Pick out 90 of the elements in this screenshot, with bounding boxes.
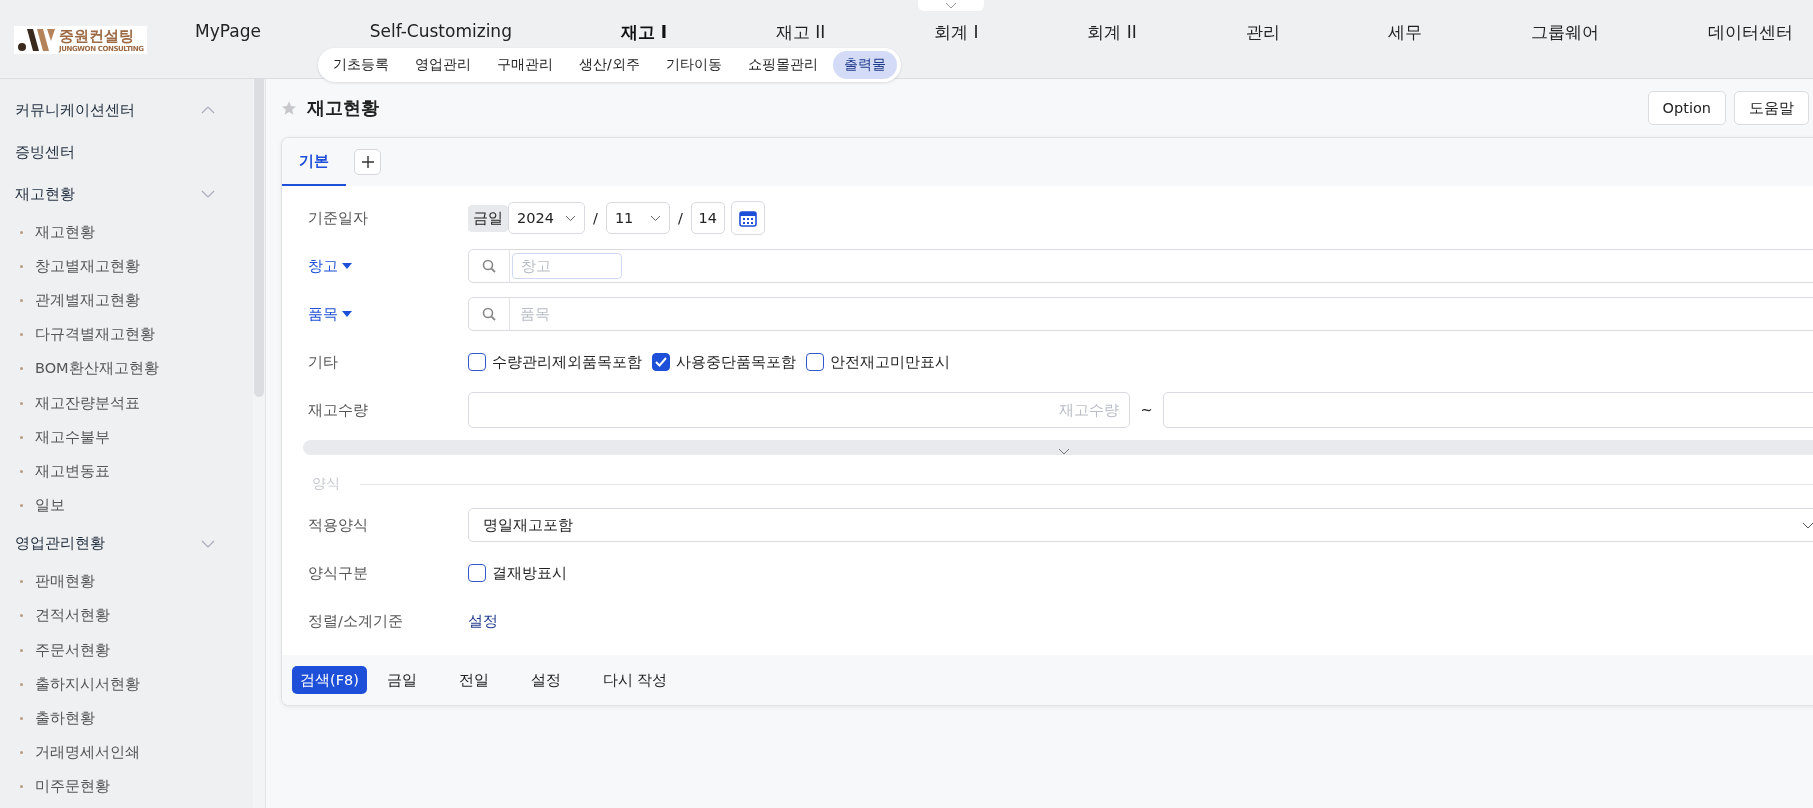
caret-icon [342,311,352,317]
action-button[interactable]: 검색(F8) [292,666,367,694]
chevron-icon [1058,448,1070,455]
sub-menu-item[interactable]: 구매관리 [486,51,564,79]
checkbox-option[interactable]: 사용중단품목포함 [652,352,796,372]
today-tag[interactable]: 금일 [468,204,508,232]
field-label: 양식구분 [308,563,369,583]
page-title: 재고현황 [307,96,380,120]
template-select[interactable]: 명일재고포함 [468,508,1813,542]
check-icon [654,356,668,368]
star-icon[interactable] [281,100,297,116]
form-tab[interactable]: 기본 [282,138,346,186]
chevron-icon [565,214,576,222]
sidebar-item[interactable]: 관계별재고현황 [0,283,253,318]
sidebar-item[interactable]: 주문서현황 [0,633,253,668]
plus-icon [361,156,374,168]
action-button[interactable]: 설정 [518,666,573,694]
sidebar-item[interactable]: 출하현황 [0,701,253,736]
sidebar-group[interactable]: 커뮤니케이션센터 [0,89,253,131]
sidebar-item[interactable]: 판매현황 [0,564,253,599]
sidebar-item[interactable]: 창고별재고현황 [0,249,253,284]
sidebar-item[interactable]: 다규격별재고현황 [0,317,253,352]
nav-menu-item[interactable]: MyPage [195,21,261,44]
checkbox-option[interactable]: 수량관리제외품목포함 [468,352,642,372]
sub-menu-item[interactable]: 기타이동 [654,51,733,79]
action-button[interactable]: 금일 [374,666,429,694]
search-icon [482,259,496,273]
settings-link[interactable]: 설정 [468,611,498,631]
sidebar-group[interactable]: 영업관리현황 [0,522,253,565]
nav-menu-item[interactable]: 재고 II [775,21,826,44]
caret-icon [342,263,352,269]
sub-menu-item[interactable]: 쇼핑몰관리 [736,51,829,79]
quantity-to-field[interactable] [1162,392,1813,428]
checkbox-option[interactable]: 결재방표시 [468,563,567,583]
field-label: 정렬/소계기준 [308,611,404,631]
action-button[interactable]: 다시 작성 [590,666,680,694]
day-field[interactable]: 14 [690,202,725,234]
header-button[interactable]: 도움말 [1734,91,1809,125]
nav-menu-item[interactable]: 그룹웨어 [1531,21,1600,44]
add-tab-button[interactable] [354,149,381,175]
sub-menu-item[interactable]: 기초등록 [322,51,400,79]
expand-bar[interactable] [303,440,1813,455]
sub-menu-item[interactable]: 생산/외주 [568,51,651,79]
field-label: 적용양식 [308,515,369,535]
sidebar-item[interactable]: 견적서현황 [0,598,253,634]
checkbox-option[interactable]: 안전재고미만표시 [806,352,950,372]
search-icon [482,307,496,321]
nav-menu-item[interactable]: 세무 [1388,21,1423,44]
nav-menu-item[interactable]: 재고 I [620,21,667,44]
sidebar-group[interactable]: 증빙센터 [0,131,253,173]
chevron-icon [945,2,957,9]
calendar-button[interactable] [730,201,765,235]
field-label-dropdown[interactable]: 품목 [308,304,468,324]
field-label: 재고수량 [308,400,369,420]
sidebar-item[interactable]: 재고수불부 [0,420,253,455]
header-button[interactable]: Option [1647,91,1726,125]
range-separator: ~ [1140,402,1153,418]
nav-menu-item[interactable]: 관리 [1245,21,1280,44]
nav-menu-item[interactable]: 회계 II [1087,21,1137,44]
chevron-icon [649,214,661,222]
sidebar-item[interactable]: BOM환산재고현황 [0,351,253,386]
nav-menu-item[interactable]: 회계 I [934,21,979,44]
sidebar-item[interactable]: 출하지시서현황 [0,667,253,702]
logo-name: 중원컨설팅 [59,27,135,45]
field-label: 기준일자 [308,208,369,228]
sidebar-item[interactable]: 미주문현황 [0,769,253,804]
sub-menu-item[interactable]: 영업관리 [404,51,482,79]
year-select[interactable]: 2024 [508,202,585,234]
action-button[interactable]: 전일 [446,666,501,694]
sidebar-item[interactable]: 거래명세서인쇄 [0,735,253,770]
collapse-tab[interactable] [918,0,984,11]
sidebar-group[interactable]: 재고현황 [0,173,253,215]
quantity-from-field[interactable]: 재고수량 [468,392,1131,428]
calendar-icon [738,209,757,227]
sidebar-item[interactable]: 재고잔량분석표 [0,385,253,421]
field-label: 기타 [308,352,339,372]
field-label-dropdown[interactable]: 창고 [308,256,468,276]
input-field[interactable]: 창고 [512,253,622,279]
month-select[interactable]: 11 [605,202,670,234]
nav-menu-item[interactable]: 데이터센터 [1708,21,1793,44]
sub-menu-item[interactable]: 출력물 [832,51,897,79]
date-separator: / [677,210,683,226]
section-title: 양식 [312,475,340,493]
sidebar-item[interactable]: 재고변동표 [0,454,253,489]
sidebar-item[interactable]: 일보 [0,488,253,523]
date-separator: / [593,210,598,226]
sidebar-item[interactable]: 재고현황 [0,215,253,250]
logo-icon [17,27,57,53]
nav-menu-item[interactable]: Self-Customizing [369,21,512,44]
chevron-icon [1802,521,1813,529]
